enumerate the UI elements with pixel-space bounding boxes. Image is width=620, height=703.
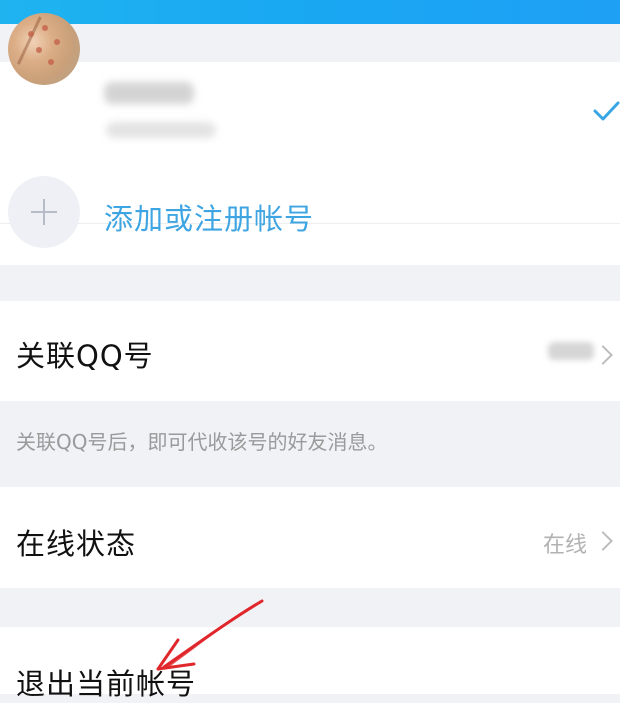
- account-name-blurred: [104, 82, 194, 104]
- top-bar: [0, 0, 620, 24]
- account-id-blurred: [106, 122, 216, 138]
- plus-icon[interactable]: [8, 176, 80, 248]
- link-qq-hint: 关联QQ号后，即可代收该号的好友消息。: [16, 430, 388, 454]
- online-status-title: 在线状态: [16, 527, 137, 561]
- logout-title[interactable]: 退出当前帐号: [16, 661, 196, 703]
- check-icon: [593, 101, 620, 121]
- link-qq-title: 关联QQ号: [16, 339, 154, 373]
- current-account-row[interactable]: [0, 62, 620, 162]
- online-status-value: 在线: [543, 533, 588, 558]
- linked-qq-value-blurred: [548, 342, 594, 360]
- avatar: [8, 13, 80, 85]
- add-account-label[interactable]: 添加或注册帐号: [104, 196, 314, 238]
